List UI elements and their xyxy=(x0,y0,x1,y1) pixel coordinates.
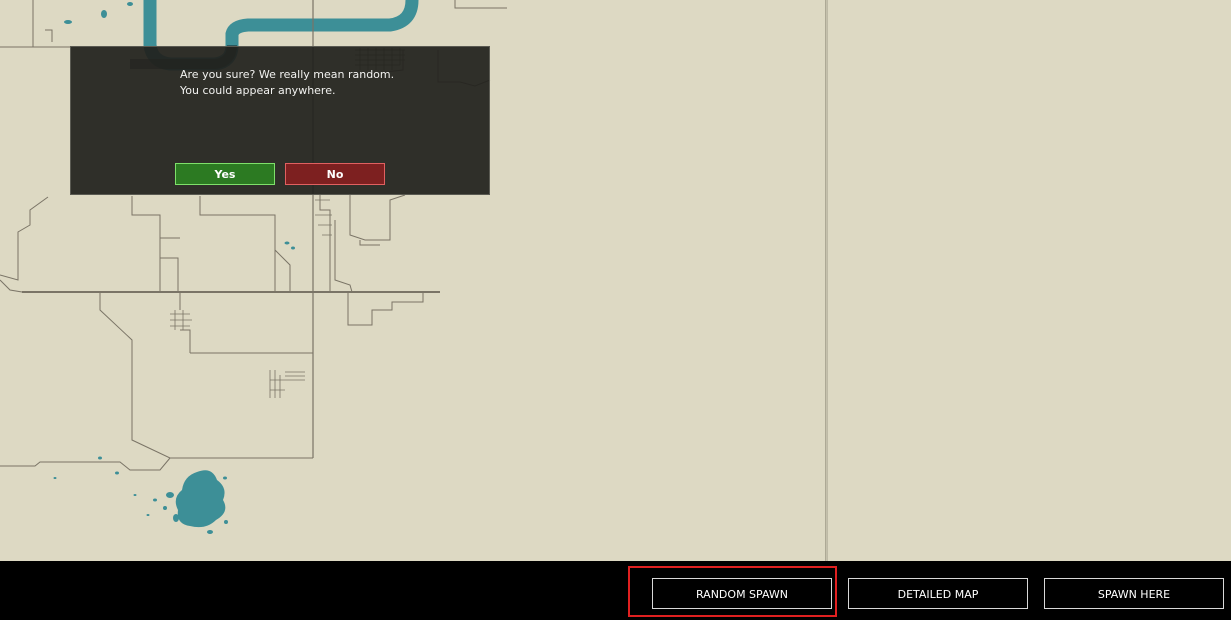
bottom-toolbar: RANDOM SPAWN DETAILED MAP SPAWN HERE xyxy=(0,561,1231,620)
no-button[interactable]: No xyxy=(285,163,385,185)
spawn-here-button[interactable]: SPAWN HERE xyxy=(1044,578,1224,609)
detailed-map-button[interactable]: DETAILED MAP xyxy=(848,578,1028,609)
map-view[interactable]: Are you sure? We really mean random. You… xyxy=(0,0,825,561)
random-spawn-button[interactable]: RANDOM SPAWN xyxy=(652,578,832,609)
dialog-message: Are you sure? We really mean random. You… xyxy=(180,67,480,99)
yes-button[interactable]: Yes xyxy=(175,163,275,185)
random-spawn-confirm-dialog: Are you sure? We really mean random. You… xyxy=(70,46,490,195)
lake xyxy=(175,470,226,528)
right-panel xyxy=(828,0,1231,561)
dialog-message-line-2: You could appear anywhere. xyxy=(180,84,336,97)
dialog-message-line-1: Are you sure? We really mean random. xyxy=(180,68,395,81)
